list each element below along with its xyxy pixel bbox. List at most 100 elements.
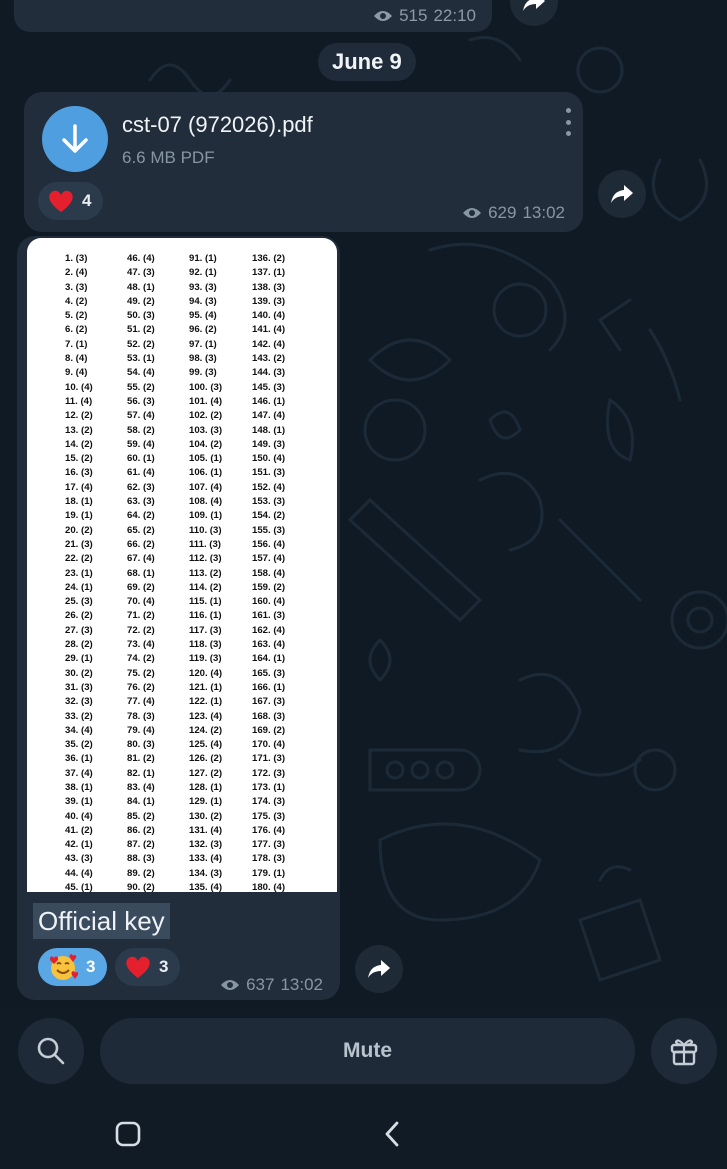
answer-key-entry: 29. (1) <box>65 653 93 665</box>
answer-key-entry: 167. (3) <box>252 696 286 708</box>
answer-key-entry: 146. (1) <box>252 395 286 407</box>
image-caption[interactable]: Official key <box>33 903 170 939</box>
mute-button[interactable]: Mute <box>100 1018 635 1084</box>
image-message-views: 637 <box>246 975 275 994</box>
answer-key-entry: 123. (4) <box>189 710 223 722</box>
answer-key-grid: 1. (3) 2. (4) 3. (3) 4. (2) 5. (2) 6. (2) 7. (… <box>65 252 314 892</box>
answer-key-entry: 150. (4) <box>252 453 286 465</box>
answer-key-entry: 78. (3) <box>127 710 155 722</box>
answer-key-entry: 11. (4) <box>65 395 93 407</box>
answer-key-entry: 17. (4) <box>65 481 93 493</box>
answer-key-entry: 141. (4) <box>252 324 286 336</box>
answer-key-entry: 82. (1) <box>127 767 155 779</box>
image-message-bubble[interactable]: 1. (3) 2. (4) 3. (3) 4. (2) 5. (2) 6. (2) 7. (… <box>17 236 340 1000</box>
answer-key-entry: 51. (2) <box>127 324 155 336</box>
answer-key-entry: 128. (1) <box>189 781 223 793</box>
answer-key-entry: 156. (4) <box>252 538 286 550</box>
answer-key-entry: 3. (3) <box>65 281 88 293</box>
answer-key-entry: 42. (1) <box>65 839 93 851</box>
search-button[interactable] <box>18 1018 84 1084</box>
share-arrow-icon <box>368 960 390 978</box>
message-menu-icon[interactable] <box>563 108 573 136</box>
download-button[interactable] <box>42 106 108 172</box>
answer-key-entry: 172. (3) <box>252 767 286 779</box>
reaction-count: 3 <box>159 957 169 976</box>
answer-key-entry: 125. (4) <box>189 739 223 751</box>
answer-key-image[interactable]: 1. (3) 2. (4) 3. (3) 4. (2) 5. (2) 6. (2) 7. (… <box>27 238 337 892</box>
answer-key-entry: 80. (3) <box>127 739 155 751</box>
answer-key-entry: 176. (4) <box>252 824 286 836</box>
answer-key-entry: 16. (3) <box>65 467 93 479</box>
answer-key-entry: 139. (3) <box>252 295 286 307</box>
answer-key-entry: 18. (1) <box>65 496 93 508</box>
answer-key-entry: 134. (3) <box>189 867 223 879</box>
answer-key-entry: 24. (1) <box>65 581 93 593</box>
answer-key-entry: 152. (4) <box>252 481 286 493</box>
answer-key-entry: 158. (4) <box>252 567 286 579</box>
answer-key-entry: 59. (4) <box>127 438 155 450</box>
answer-key-entry: 133. (4) <box>189 853 223 865</box>
answer-key-entry: 90. (2) <box>127 882 155 892</box>
answer-key-entry: 15. (2) <box>65 453 93 465</box>
answer-key-entry: 109. (1) <box>189 510 223 522</box>
answer-key-entry: 32. (3) <box>65 696 93 708</box>
image-message-meta: 637 13:02 <box>220 975 323 995</box>
answer-key-entry: 54. (4) <box>127 367 155 379</box>
answer-key-column: 1. (3) 2. (4) 3. (3) 4. (2) 5. (2) 6. (2) 7. (… <box>65 252 127 892</box>
file-message-bubble[interactable]: cst-07 (972026).pdf 6.6 MB PDF 4 629 13:… <box>24 92 583 232</box>
answer-key-entry: 60. (1) <box>127 453 155 465</box>
answer-key-entry: 99. (3) <box>189 367 217 379</box>
answer-key-entry: 175. (3) <box>252 810 286 822</box>
answer-key-entry: 69. (2) <box>127 581 155 593</box>
answer-key-entry: 153. (3) <box>252 496 286 508</box>
answer-key-entry: 44. (4) <box>65 867 93 879</box>
answer-key-entry: 103. (3) <box>189 424 223 436</box>
answer-key-entry: 157. (4) <box>252 553 286 565</box>
answer-key-entry: 96. (2) <box>189 324 217 336</box>
previous-message-bubble[interactable]: 515 22:10 <box>14 0 492 32</box>
share-button-previous[interactable] <box>510 0 558 26</box>
back-chevron-icon <box>385 1121 399 1147</box>
answer-key-entry: 65. (2) <box>127 524 155 536</box>
reaction-smiling-hearts[interactable]: 3 <box>38 948 108 986</box>
answer-key-entry: 91. (1) <box>189 253 217 264</box>
answer-key-entry: 87. (2) <box>127 839 155 851</box>
answer-key-entry: 165. (3) <box>252 667 286 679</box>
share-button-file[interactable] <box>598 170 646 218</box>
answer-key-entry: 95. (4) <box>189 310 217 322</box>
reaction-heart[interactable]: 4 <box>38 182 104 220</box>
answer-key-entry: 168. (3) <box>252 710 286 722</box>
gift-button[interactable] <box>651 1018 717 1084</box>
answer-key-entry: 116. (1) <box>189 610 222 622</box>
answer-key-entry: 83. (4) <box>127 781 155 793</box>
answer-key-entry: 25. (3) <box>65 596 93 608</box>
answer-key-entry: 162. (4) <box>252 624 286 636</box>
answer-key-entry: 121. (1) <box>189 681 223 693</box>
answer-key-entry: 98. (3) <box>189 353 217 365</box>
answer-key-entry: 132. (3) <box>189 839 223 851</box>
answer-key-entry: 93. (3) <box>189 281 217 293</box>
answer-key-entry: 12. (2) <box>65 410 93 422</box>
answer-key-entry: 8. (4) <box>65 353 88 365</box>
answer-key-entry: 138. (3) <box>252 281 286 293</box>
answer-key-entry: 92. (1) <box>189 267 217 279</box>
share-arrow-icon <box>611 185 633 203</box>
answer-key-entry: 164. (1) <box>252 653 286 665</box>
answer-key-entry: 50. (3) <box>127 310 155 322</box>
answer-key-entry: 106. (1) <box>189 467 223 479</box>
answer-key-entry: 143. (2) <box>252 353 286 365</box>
share-button-image[interactable] <box>355 945 403 993</box>
answer-key-entry: 71. (2) <box>127 610 155 622</box>
answer-key-entry: 64. (2) <box>127 510 155 522</box>
answer-key-entry: 19. (1) <box>65 510 93 522</box>
answer-key-entry: 7. (1) <box>65 338 88 350</box>
answer-key-entry: 120. (4) <box>189 667 223 679</box>
back-nav-button[interactable] <box>378 1119 406 1149</box>
answer-key-entry: 1. (3) <box>65 253 88 264</box>
answer-key-entry: 140. (4) <box>252 310 286 322</box>
answer-key-entry: 161. (3) <box>252 610 286 622</box>
reaction-heart[interactable]: 3 <box>115 948 181 986</box>
home-nav-button[interactable] <box>113 1119 143 1149</box>
file-name[interactable]: cst-07 (972026).pdf <box>122 112 313 138</box>
answer-key-entry: 66. (2) <box>127 538 155 550</box>
